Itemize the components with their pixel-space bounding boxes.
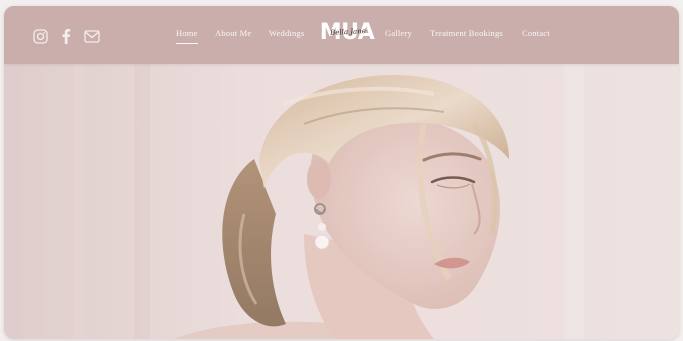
nav-item-contact[interactable]: Contact xyxy=(522,28,550,38)
hero-portrait-illustration xyxy=(4,64,679,339)
website-frame: Home About Me Weddings MUA Bella Jane Ga… xyxy=(4,6,679,339)
hero-image xyxy=(4,64,679,339)
main-nav: Home About Me Weddings MUA Bella Jane Ga… xyxy=(4,6,679,64)
site-header: Home About Me Weddings MUA Bella Jane Ga… xyxy=(4,6,679,64)
nav-item-about-me[interactable]: About Me xyxy=(215,28,251,38)
nav-item-weddings[interactable]: Weddings xyxy=(269,28,304,38)
nav-item-treatment-bookings[interactable]: Treatment Bookings xyxy=(430,28,503,38)
site-logo[interactable]: MUA Bella Jane xyxy=(320,18,375,48)
nav-item-home[interactable]: Home xyxy=(176,28,198,44)
nav-item-gallery[interactable]: Gallery xyxy=(385,28,412,38)
